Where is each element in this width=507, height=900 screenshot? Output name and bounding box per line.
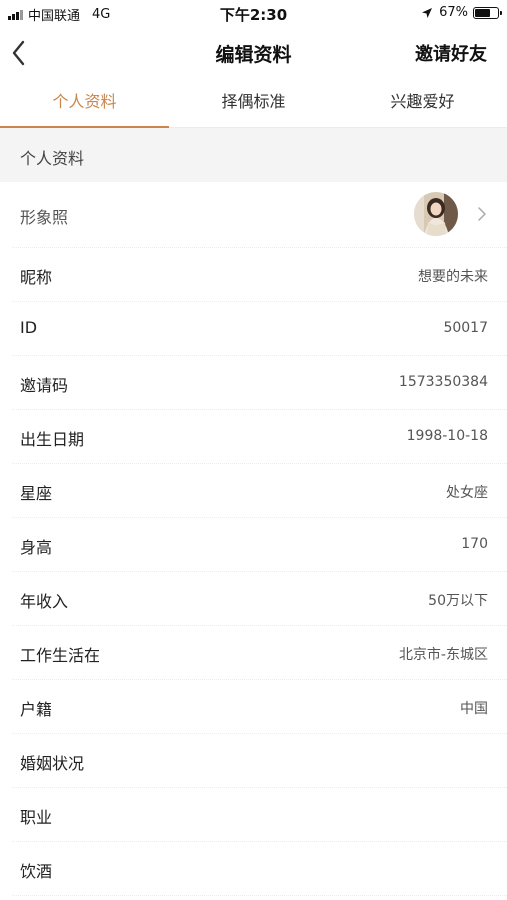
tab-bar: 个人资料 择偶标准 兴趣爱好 <box>0 78 507 128</box>
field-row-occupation[interactable]: 职业 <box>12 788 507 842</box>
field-label: 职业 <box>20 808 53 827</box>
invite-friends-button[interactable]: 邀请好友 <box>415 40 487 66</box>
field-row-marital-status[interactable]: 婚姻状况 <box>12 734 507 788</box>
field-label: 昵称 <box>20 268 53 287</box>
field-row-drinking[interactable]: 饮酒 <box>12 842 507 896</box>
field-label: 饮酒 <box>20 862 53 881</box>
field-row-annual-income[interactable]: 年收入 50万以下 <box>12 572 507 626</box>
battery-percent: 67% <box>439 5 468 20</box>
field-row-birthdate[interactable]: 出生日期 1998-10-18 <box>12 410 507 464</box>
field-label: 工作生活在 <box>20 646 101 665</box>
field-row-location[interactable]: 工作生活在 北京市-东城区 <box>12 626 507 680</box>
field-row-invite-code[interactable]: 邀请码 1573350384 <box>12 356 507 410</box>
tab-partner-criteria[interactable]: 择偶标准 <box>169 78 338 127</box>
field-label: 户籍 <box>20 700 53 719</box>
field-value: 170 <box>461 536 488 552</box>
status-right: 67% <box>421 5 502 20</box>
field-label: ID <box>20 318 38 337</box>
profile-photo-row[interactable]: 形象照 <box>12 182 507 248</box>
field-value: 1998-10-18 <box>406 428 488 444</box>
field-row-zodiac[interactable]: 星座 处女座 <box>12 464 507 518</box>
profile-field-list: 形象照 昵称 想要的未来 ID 50017 邀请码 1573350384 出生日… <box>0 182 507 896</box>
nav-bar: 编辑资料 邀请好友 <box>0 28 507 78</box>
back-button[interactable] <box>6 36 40 70</box>
chevron-left-icon <box>12 40 25 66</box>
field-label: 星座 <box>20 484 53 503</box>
field-value: 北京市-东城区 <box>398 647 488 663</box>
field-value: 50017 <box>443 320 488 336</box>
field-value: 想要的未来 <box>418 269 488 285</box>
avatar[interactable] <box>414 192 458 236</box>
profile-photo-label: 形象照 <box>20 208 69 227</box>
battery-icon <box>473 6 502 19</box>
tab-personal-info[interactable]: 个人资料 <box>0 78 169 128</box>
field-label: 身高 <box>20 538 53 557</box>
field-label: 邀请码 <box>20 376 69 395</box>
field-row-hometown[interactable]: 户籍 中国 <box>12 680 507 734</box>
field-value: 1573350384 <box>398 374 488 390</box>
field-label: 年收入 <box>20 592 69 611</box>
field-value: 50万以下 <box>428 593 488 609</box>
avatar-image <box>414 192 458 236</box>
field-value: 中国 <box>460 701 488 717</box>
field-row-nickname[interactable]: 昵称 想要的未来 <box>12 248 507 302</box>
field-value: 处女座 <box>446 485 488 501</box>
field-label: 出生日期 <box>20 430 85 449</box>
field-label: 婚姻状况 <box>20 754 85 773</box>
field-row-height[interactable]: 身高 170 <box>12 518 507 572</box>
section-title: 个人资料 <box>20 149 85 168</box>
location-arrow-icon <box>422 7 433 18</box>
status-bar: 中国联通 4G 下午2:30 67% <box>0 0 507 28</box>
section-header: 个人资料 <box>0 128 507 182</box>
chevron-right-icon <box>478 207 486 221</box>
tab-hobbies[interactable]: 兴趣爱好 <box>338 78 507 127</box>
field-row-id[interactable]: ID 50017 <box>12 302 507 356</box>
